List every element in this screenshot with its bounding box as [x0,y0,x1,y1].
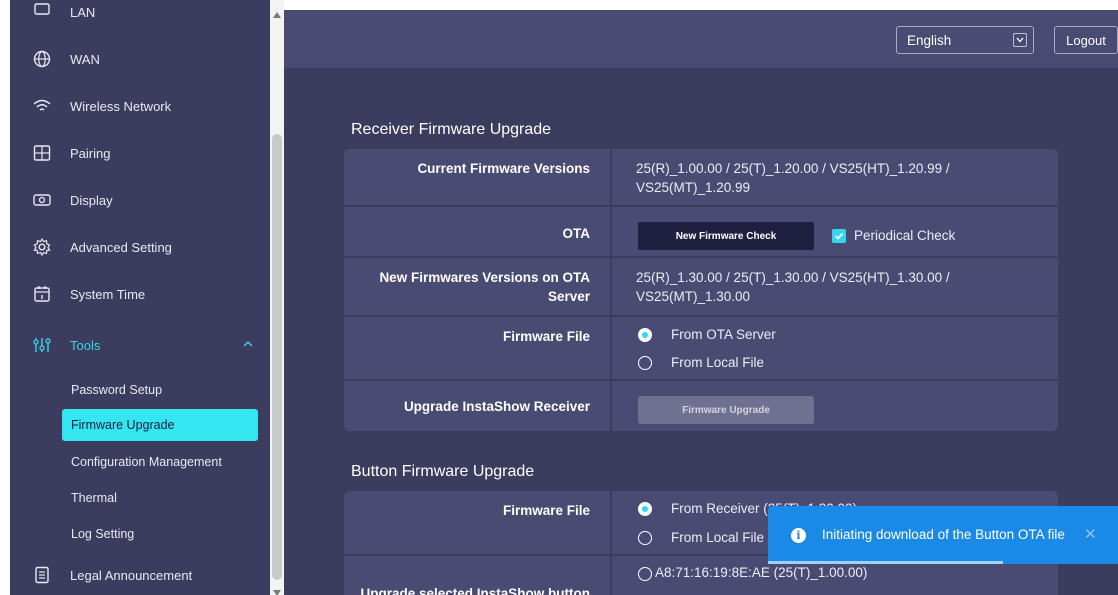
sidebar-item-system-time[interactable]: System Time [10,279,272,309]
ota-row: OTA New Firmware Check Periodical Check [344,207,1058,258]
chevron-up-icon [242,338,254,353]
current-firmware-value-line: 25(R)_1.00.00 / 25(T)_1.20.00 / VS25(HT)… [636,161,950,176]
chevron-down-icon [1013,33,1027,47]
display-icon [32,190,52,210]
sidebar-item-label: System Time [70,286,146,302]
upgrade-receiver-label: Upgrade InstaShow Receiver [344,381,612,431]
info-icon: i [791,528,806,543]
language-select[interactable]: English [896,26,1034,54]
sidebar-item-label: Tools [70,337,101,353]
sidebar-item-lan[interactable]: LAN [10,0,272,27]
ota-label: OTA [344,207,612,256]
from-ota-server-radio[interactable] [638,328,652,342]
current-firmware-label: Current Firmware Versions [344,149,612,205]
top-bar: English Logout [284,10,1118,68]
sidebar-item-wireless-network[interactable]: Wireless Network [10,91,272,121]
scroll-down-arrow-icon[interactable] [273,583,281,595]
sidebar-item-wan[interactable]: WAN [10,44,272,74]
sidebar-subitem-firmware-upgrade[interactable]: Firmware Upgrade [62,409,258,441]
wifi-icon [32,96,52,116]
periodical-check-checkbox[interactable] [832,229,846,243]
current-firmware-row: Current Firmware Versions 25(R)_1.00.00 … [344,149,1058,207]
new-firmware-value-line: 25(R)_1.30.00 / 25(T)_1.30.00 / VS25(HT)… [636,270,950,285]
sidebar-item-label: Legal Announcement [70,567,193,583]
sidebar-subitem-password-setup[interactable]: Password Setup [62,374,258,406]
firmware-upgrade-button[interactable]: Firmware Upgrade [638,396,814,424]
new-firmware-value-line: VS25(MT)_1.30.00 [636,289,751,304]
close-icon[interactable]: ✕ [1084,525,1097,543]
toast-message: Initiating download of the Button OTA fi… [822,527,1065,542]
sidebar-item-label: LAN [70,4,96,20]
from-local-file-label[interactable]: From Local File [671,355,764,370]
new-firmware-label: New Firmwares Versions on OTA Server [344,258,612,315]
sidebar-item-label: Display [70,192,113,208]
firmware-file-row: Firmware File From OTA Server From Local… [344,317,1058,381]
sidebar-item-legal-announcement[interactable]: Legal Announcement [10,560,272,590]
calendar-icon [32,284,52,304]
lan-icon [32,2,52,22]
upgrade-button-label: Upgrade selected InstaShow button [344,556,612,595]
sidebar-item-display[interactable]: Display [10,185,272,215]
periodical-check-label: Periodical Check [854,228,956,243]
firmware-file-label: Firmware File [344,317,612,379]
new-firmware-check-button[interactable]: New Firmware Check [638,222,814,250]
globe-icon [32,49,52,69]
from-local-file-radio[interactable] [638,356,652,370]
scrollbar-thumb[interactable] [272,134,282,580]
button-from-local-file-label[interactable]: From Local File [671,530,764,545]
gear-icon [32,237,52,257]
receiver-section-title: Receiver Firmware Upgrade [351,121,552,138]
new-firmware-label-line: New Firmwares Versions on OTA [379,270,590,285]
button-section-title: Button Firmware Upgrade [351,463,535,480]
device-radio[interactable] [638,567,652,581]
app-window: LAN WAN Wireless Network Pairing Display [0,0,1118,595]
upgrade-receiver-row: Upgrade InstaShow Receiver Firmware Upgr… [344,381,1058,431]
button-from-local-file-radio[interactable] [638,531,652,545]
sidebar: LAN WAN Wireless Network Pairing Display [10,0,284,595]
logout-button[interactable]: Logout [1054,26,1118,54]
sidebar-subitem-log-setting[interactable]: Log Setting [62,518,258,550]
from-ota-server-label[interactable]: From OTA Server [671,327,776,342]
sidebar-item-label: WAN [70,51,100,67]
receiver-panel: Current Firmware Versions 25(R)_1.00.00 … [344,149,1058,431]
pairing-icon [32,143,52,163]
sidebar-item-tools[interactable]: Tools [10,330,272,360]
button-firmware-file-label: Firmware File [344,491,612,554]
sidebar-item-label: Pairing [70,145,111,161]
toast-notification: i Initiating download of the Button OTA … [768,506,1118,564]
sidebar-item-pairing[interactable]: Pairing [10,138,272,168]
sidebar-item-label: Advanced Setting [70,239,172,255]
language-select-value: English [907,32,952,48]
document-icon [32,565,52,585]
from-receiver-radio[interactable] [638,502,652,516]
sidebar-item-label: Wireless Network [70,98,172,114]
toast-progress-bar [768,561,1003,564]
sidebar-item-advanced-setting[interactable]: Advanced Setting [10,232,272,262]
current-firmware-value: 25(R)_1.00.00 / 25(T)_1.20.00 / VS25(HT)… [636,159,996,197]
device-option-label[interactable]: A8:71:16:19:8E:AE (25(T)_1.00.00) [655,565,867,580]
scroll-up-arrow-icon[interactable] [273,5,281,23]
current-firmware-value-line: VS25(MT)_1.20.99 [636,180,751,195]
new-firmware-row: New Firmwares Versions on OTA Server 25(… [344,258,1058,317]
new-firmware-label-line: Server [547,289,590,304]
sidebar-subitem-configuration-management[interactable]: Configuration Management [62,446,258,478]
new-firmware-value: 25(R)_1.30.00 / 25(T)_1.30.00 / VS25(HT)… [636,268,996,306]
sidebar-subitem-thermal[interactable]: Thermal [62,482,258,514]
tools-icon [32,335,52,355]
